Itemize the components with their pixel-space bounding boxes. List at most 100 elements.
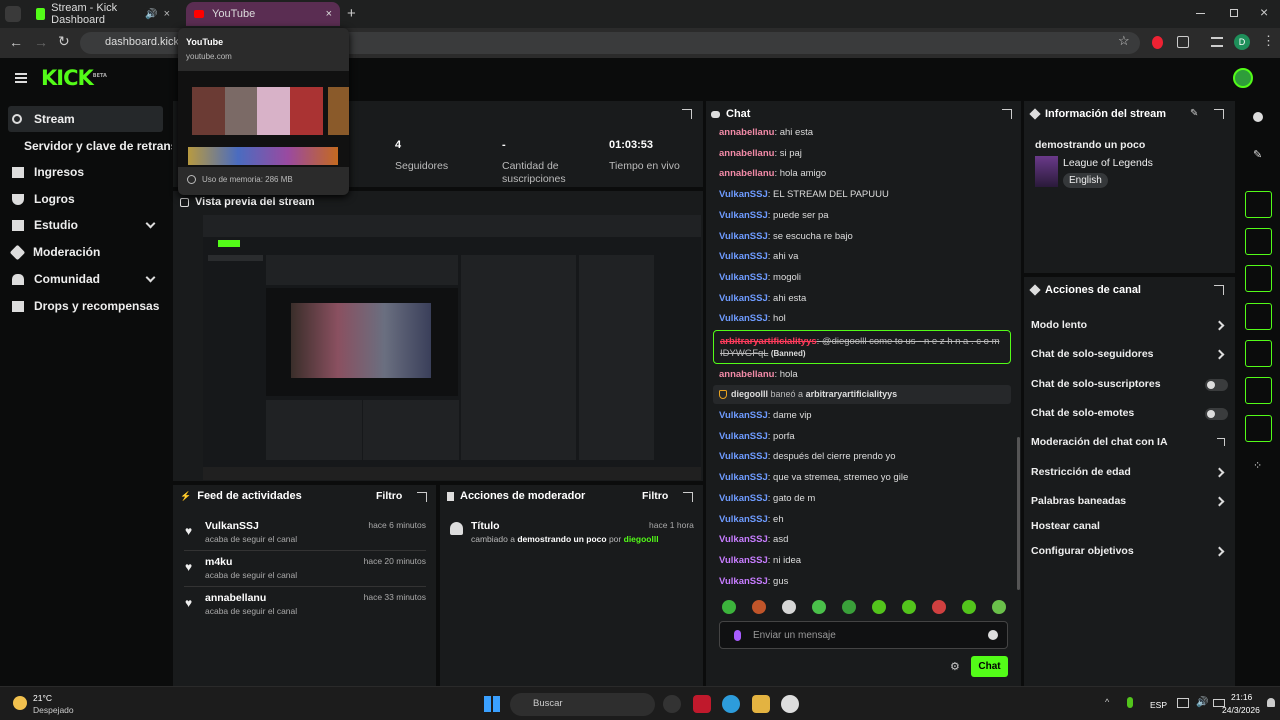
chat-username[interactable]: VulkanSSJ [719, 555, 768, 566]
sidebar-item-moderacion[interactable]: Moderación [8, 239, 163, 265]
notification-bell-icon[interactable] [1267, 698, 1275, 707]
input-language[interactable]: ESP [1150, 700, 1167, 710]
taskbar-app-icon[interactable] [693, 695, 711, 713]
chat-username[interactable]: annabellanu [719, 369, 774, 380]
chat-settings-icon[interactable]: ⚙ [950, 660, 960, 673]
rail-camera-button[interactable] [1245, 191, 1272, 218]
chat-username[interactable]: VulkanSSJ [719, 272, 768, 283]
emoji-icon[interactable] [988, 630, 998, 640]
channel-action-item[interactable]: Chat de solo-suscriptores [1031, 378, 1161, 390]
feed-username[interactable]: m4ku [205, 556, 232, 568]
forward-icon[interactable]: → [34, 34, 48, 50]
chat-username[interactable]: annabellanu [719, 148, 774, 159]
network-icon[interactable] [1177, 698, 1189, 708]
expand-icon[interactable] [683, 492, 693, 502]
extension-icon[interactable] [1152, 36, 1163, 49]
pencil-icon[interactable]: ✎ [1253, 148, 1262, 161]
stream-preview-video[interactable] [203, 215, 701, 480]
tab-search-button[interactable] [5, 6, 21, 22]
rail-clipboard-button[interactable] [1245, 265, 1272, 292]
channel-action-item[interactable]: Chat de solo-seguidores [1031, 348, 1154, 360]
chat-send-button[interactable]: Chat [971, 656, 1008, 677]
chat-username[interactable]: VulkanSSJ [719, 189, 768, 200]
mic-tray-icon[interactable] [1127, 697, 1133, 708]
rail-broadcast-button[interactable] [1245, 340, 1272, 367]
hamburger-menu-icon[interactable] [15, 73, 27, 83]
expand-icon[interactable] [1002, 109, 1012, 119]
emote-icon[interactable] [722, 600, 736, 614]
rail-wrench-button[interactable] [1245, 415, 1272, 442]
rail-user-button[interactable] [1245, 377, 1272, 404]
new-tab-icon[interactable]: + [347, 5, 356, 22]
chat-username[interactable]: VulkanSSJ [719, 210, 768, 221]
bookmark-star-icon[interactable]: ☆ [1118, 33, 1130, 49]
chat-scrollbar[interactable] [1017, 437, 1020, 590]
sidebar-item-stream[interactable]: Stream [8, 106, 163, 132]
emote-icon[interactable] [992, 600, 1006, 614]
close-icon[interactable]: × [326, 8, 332, 20]
category-name[interactable]: League of Legends [1063, 157, 1153, 169]
close-window-icon[interactable]: × [1260, 4, 1268, 20]
sidebar-item-logros[interactable]: Logros [8, 186, 163, 212]
sidebar-item-comunidad[interactable]: Comunidad [8, 266, 163, 292]
tab-youtube[interactable]: YouTube × [186, 2, 340, 26]
chat-username[interactable]: annabellanu [719, 127, 774, 138]
audio-icon[interactable]: 🔊 [145, 9, 157, 20]
toggle-switch[interactable] [1205, 379, 1228, 391]
chat-username[interactable]: VulkanSSJ [719, 576, 768, 587]
edit-pencil-icon[interactable]: ✎ [1190, 108, 1198, 119]
media-control-icon[interactable] [1211, 37, 1223, 47]
info-icon[interactable] [1253, 112, 1263, 122]
user-avatar[interactable] [1233, 68, 1253, 88]
channel-action-item[interactable]: Hostear canal [1031, 520, 1100, 532]
taskbar-app-icon[interactable] [752, 695, 770, 713]
chat-username[interactable]: arbitraryartificialityys [720, 336, 817, 347]
banned-message[interactable]: arbitraryartificialityys: @diegoolll com… [713, 330, 1011, 364]
toggle-switch[interactable] [1205, 408, 1228, 420]
chat-username[interactable]: VulkanSSJ [719, 451, 768, 462]
rail-chat-button[interactable] [1245, 303, 1272, 330]
profile-avatar[interactable]: D [1234, 34, 1250, 50]
emote-icon[interactable] [872, 600, 886, 614]
volume-icon[interactable]: 🔊 [1196, 697, 1208, 708]
taskbar-search[interactable]: Buscar [510, 693, 655, 716]
chat-username[interactable]: VulkanSSJ [719, 534, 768, 545]
channel-action-item[interactable]: Restricción de edad [1031, 466, 1131, 478]
mic-icon[interactable] [734, 630, 741, 641]
mod-filter-button[interactable]: Filtro [642, 490, 668, 502]
sidebar-item-estudio[interactable]: Estudio [8, 212, 163, 238]
reload-icon[interactable]: ↻ [58, 33, 70, 50]
channel-action-item[interactable]: Palabras baneadas [1031, 495, 1126, 507]
emote-icon[interactable] [962, 600, 976, 614]
emote-icon[interactable] [902, 600, 916, 614]
tab-kick-dashboard[interactable]: Stream - Kick Dashboard 🔊 × [28, 2, 178, 26]
feed-username[interactable]: VulkanSSJ [205, 520, 259, 532]
maximize-icon[interactable] [1230, 9, 1238, 17]
taskbar-app-icon[interactable] [663, 695, 681, 713]
minimize-icon[interactable] [1196, 13, 1205, 14]
emote-icon[interactable] [812, 600, 826, 614]
expand-icon[interactable] [682, 109, 692, 119]
puzzle-extension-icon[interactable] [1177, 36, 1189, 48]
expand-icon[interactable] [417, 492, 427, 502]
tray-chevron-icon[interactable]: ^ [1105, 697, 1109, 707]
rail-bolt-button[interactable] [1245, 228, 1272, 255]
chat-username[interactable]: VulkanSSJ [719, 410, 768, 421]
taskbar-app-icon[interactable] [781, 695, 799, 713]
sidebar-item-ingresos[interactable]: Ingresos [8, 159, 163, 185]
emote-icon[interactable] [842, 600, 856, 614]
feed-username[interactable]: annabellanu [205, 592, 266, 604]
emote-icon[interactable] [782, 600, 796, 614]
emote-icon[interactable] [932, 600, 946, 614]
sidebar-item-server-key[interactable]: Servidor y clave de retransm [24, 133, 172, 159]
chat-username[interactable]: VulkanSSJ [719, 472, 768, 483]
channel-action-item[interactable]: Chat de solo-emotes [1031, 407, 1134, 419]
channel-action-item[interactable]: Configurar objetivos [1031, 545, 1134, 557]
chat-input[interactable]: Enviar un mensaje [719, 621, 1008, 649]
chat-username[interactable]: VulkanSSJ [719, 431, 768, 442]
chat-username[interactable]: annabellanu [719, 168, 774, 179]
more-dots-icon[interactable]: ⁘ [1253, 459, 1262, 472]
chat-username[interactable]: VulkanSSJ [719, 514, 768, 525]
emote-icon[interactable] [752, 600, 766, 614]
sidebar-item-drops[interactable]: Drops y recompensas [8, 293, 163, 319]
